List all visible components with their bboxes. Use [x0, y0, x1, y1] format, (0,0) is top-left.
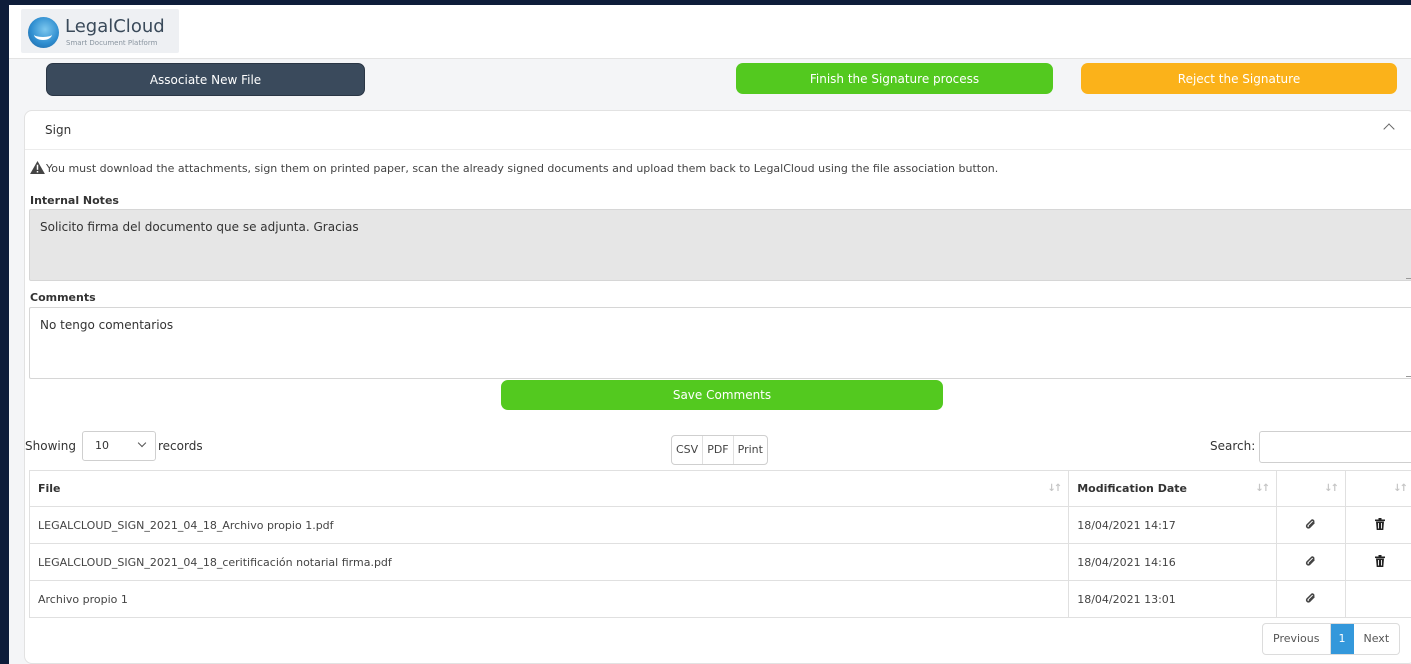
brand-name: LegalCloud — [65, 16, 165, 37]
chevron-up-icon[interactable] — [1383, 123, 1395, 135]
page-size-value: 10 — [95, 439, 109, 452]
comments-value: No tengo comentarios — [40, 318, 174, 332]
sign-panel: Sign You must download the attachments, … — [24, 110, 1411, 664]
table-header-row: File ↓↑ Modification Date ↓↑ ↓↑ ↓↑ — [28, 470, 1411, 507]
page-size-select[interactable]: 10 — [82, 431, 156, 461]
sort-icon[interactable]: ↓↑ — [1324, 483, 1339, 494]
sort-icon[interactable]: ↓↑ — [1255, 483, 1270, 494]
table-row: LEGALCLOUD_SIGN_2021_04_18_ceritificació… — [28, 543, 1411, 581]
column-header-label: File — [38, 482, 61, 495]
save-comments-button[interactable]: Save Comments — [501, 380, 943, 410]
chevron-down-icon — [137, 438, 147, 448]
file-cell: Archivo propio 1 — [28, 580, 1070, 618]
file-cell: LEGALCLOUD_SIGN_2021_04_18_Archivo propi… — [28, 506, 1070, 544]
delete-cell — [1345, 506, 1411, 544]
column-header-label: Modification Date — [1077, 482, 1187, 495]
search-label: Search: — [1210, 439, 1256, 453]
resize-grip-icon[interactable] — [1406, 370, 1411, 377]
delete-cell — [1345, 543, 1411, 581]
showing-label: Showing — [25, 439, 76, 453]
sign-panel-header[interactable]: Sign — [25, 111, 1411, 150]
comments-label: Comments — [30, 291, 96, 304]
internal-notes-value: Solicito firma del documento que se adju… — [40, 220, 359, 234]
date-cell: 18/04/2021 14:16 — [1068, 543, 1278, 581]
date-cell: 18/04/2021 14:17 — [1068, 506, 1278, 544]
attach-cell — [1276, 543, 1347, 581]
file-cell: LEGALCLOUD_SIGN_2021_04_18_ceritificació… — [28, 543, 1070, 581]
column-header-attach[interactable]: ↓↑ — [1276, 470, 1347, 507]
sort-icon[interactable]: ↓↑ — [1393, 483, 1408, 494]
logo-cloud-icon — [28, 17, 59, 48]
files-table: File ↓↑ Modification Date ↓↑ ↓↑ ↓↑ LEGAL… — [28, 470, 1411, 618]
associate-new-file-button[interactable]: Associate New File — [46, 63, 365, 96]
internal-notes-field: Solicito firma del documento que se adju… — [29, 209, 1411, 281]
warning-icon — [30, 161, 45, 174]
warning-text: You must download the attachments, sign … — [46, 162, 999, 175]
brand-tagline: Smart Document Platform — [66, 39, 158, 47]
next-page-button[interactable]: Next — [1354, 624, 1400, 654]
print-button[interactable]: Print — [734, 436, 767, 464]
paperclip-icon[interactable] — [1305, 518, 1317, 530]
delete-cell — [1345, 580, 1411, 618]
resize-grip-icon[interactable] — [1406, 272, 1411, 279]
page-1-button[interactable]: 1 — [1330, 624, 1354, 654]
export-buttons: CSV PDF Print — [671, 435, 768, 465]
attach-cell — [1276, 580, 1347, 618]
date-cell: 18/04/2021 13:01 — [1068, 580, 1278, 618]
reject-signature-button[interactable]: Reject the Signature — [1081, 63, 1397, 94]
top-bar: LegalCloud Smart Document Platform — [9, 5, 1411, 59]
search-input[interactable] — [1259, 431, 1411, 463]
table-row: Archivo propio 1 18/04/2021 13:01 — [28, 580, 1411, 618]
table-row: LEGALCLOUD_SIGN_2021_04_18_Archivo propi… — [28, 506, 1411, 544]
logo[interactable]: LegalCloud Smart Document Platform — [21, 9, 179, 53]
internal-notes-label: Internal Notes — [30, 194, 119, 207]
attach-cell — [1276, 506, 1347, 544]
trash-icon[interactable] — [1375, 517, 1386, 530]
comments-field[interactable]: No tengo comentarios — [29, 307, 1411, 379]
app-frame: LegalCloud Smart Document Platform Assoc… — [9, 5, 1411, 664]
csv-button[interactable]: CSV — [672, 436, 704, 464]
paperclip-icon[interactable] — [1305, 555, 1317, 567]
sort-icon[interactable]: ↓↑ — [1047, 483, 1062, 494]
pdf-button[interactable]: PDF — [703, 436, 734, 464]
paperclip-icon[interactable] — [1305, 592, 1317, 604]
column-header-file[interactable]: File ↓↑ — [28, 470, 1070, 507]
records-label: records — [158, 439, 203, 453]
pagination: Previous 1 Next — [1262, 623, 1401, 655]
warning-message: You must download the attachments, sign … — [30, 161, 998, 175]
previous-page-button[interactable]: Previous — [1263, 624, 1331, 654]
panel-title: Sign — [45, 123, 72, 137]
finish-signature-button[interactable]: Finish the Signature process — [736, 63, 1053, 94]
trash-icon[interactable] — [1375, 554, 1386, 567]
column-header-delete[interactable]: ↓↑ — [1345, 470, 1411, 507]
column-header-modification-date[interactable]: Modification Date ↓↑ — [1068, 470, 1278, 507]
